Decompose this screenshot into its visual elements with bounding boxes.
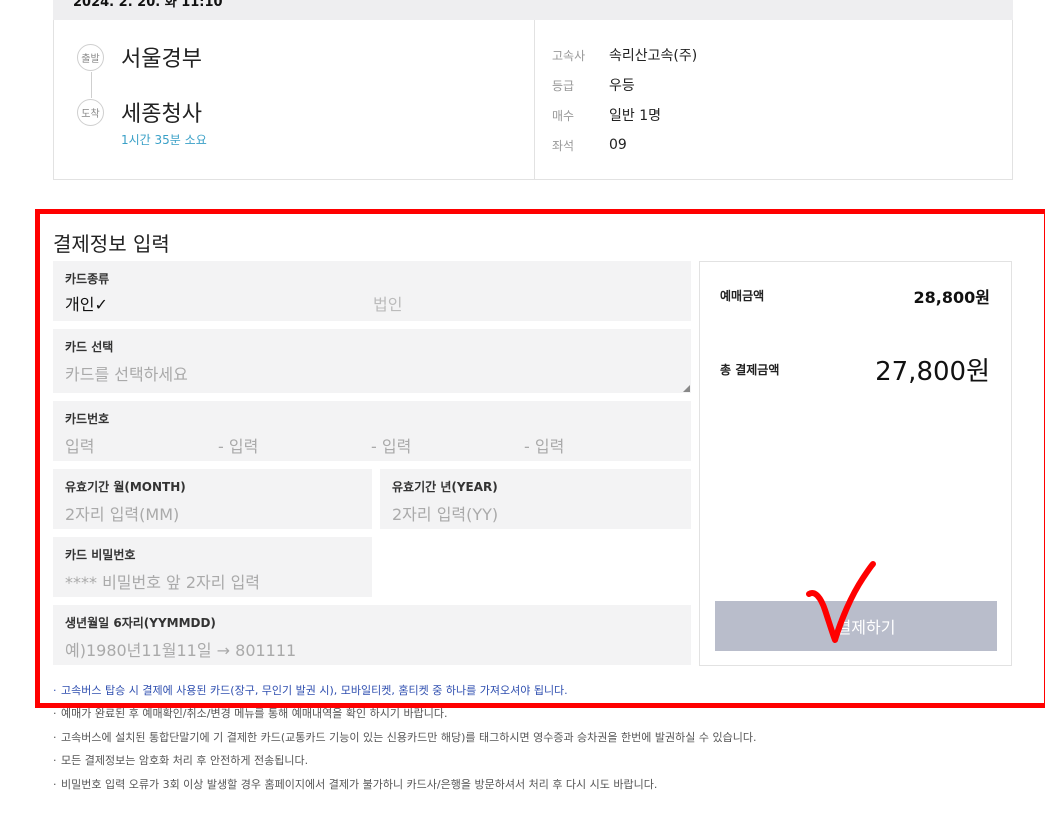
- notice-item: · 고속버스에 설치된 통합단말기에 기 결제한 카드(교통카드 기능이 있는 신…: [53, 730, 757, 744]
- card-password-field[interactable]: 카드 비밀번호 **** 비밀번호 앞 2자리 입력: [53, 537, 372, 597]
- notice-text: 비밀번호 입력 오류가 3회 이상 발생할 경우 홈페이지에서 결제가 불가하니…: [61, 777, 658, 791]
- info-row-grade: 등급 우등: [552, 75, 635, 95]
- card-password-label: 카드 비밀번호: [65, 548, 136, 562]
- birth-date-label: 생년월일 6자리(YYMMDD): [65, 616, 216, 630]
- notice-list: · 고속버스 탑승 시 결제에 사용된 카드(장구, 무인기 발권 시), 모바일…: [53, 683, 1013, 800]
- card-type-field: 카드종류 개인✓ 법인: [53, 261, 691, 321]
- card-type-corporate-option[interactable]: 법인: [373, 291, 402, 315]
- birth-date-field[interactable]: 생년월일 6자리(YYMMDD) 예)1980년11월11일 → 801111: [53, 605, 691, 665]
- payment-section-title: 결제정보 입력: [53, 232, 170, 256]
- booking-amount-value: 28,800원: [913, 288, 990, 307]
- expiry-month-field[interactable]: 유효기간 월(MONTH) 2자리 입력(MM): [53, 469, 372, 529]
- card-number-input-3[interactable]: - 입력: [371, 433, 524, 457]
- booking-amount-label: 예매금액: [720, 289, 765, 303]
- info-key: 매수: [552, 108, 575, 123]
- total-amount-label: 총 결제금액: [720, 363, 780, 377]
- resize-grip-icon: [683, 385, 690, 392]
- info-key: 고속사: [552, 48, 586, 63]
- card-number-field: 카드번호 입력 - 입력 - 입력 - 입력: [53, 401, 691, 461]
- notice-text: 고속버스 탑승 시 결제에 사용된 카드(장구, 무인기 발권 시), 모바일티…: [61, 684, 568, 697]
- expiry-month-placeholder: 2자리 입력(MM): [65, 505, 180, 524]
- info-value: 우등: [609, 78, 635, 94]
- card-type-personal-option[interactable]: 개인✓: [65, 291, 373, 315]
- pay-button-label: 결제하기: [836, 620, 896, 637]
- card-password-placeholder: **** 비밀번호 앞 2자리 입력: [65, 573, 261, 592]
- ticket-date-time: 2024. 2. 20. 화 11:10: [73, 0, 223, 10]
- info-value: 속리산고속(주): [609, 48, 698, 64]
- notice-item: · 예매가 완료된 후 예매확인/취소/변경 메뉴를 통해 예매내역을 확인 하시…: [53, 707, 448, 721]
- expiry-year-field[interactable]: 유효기간 년(YEAR) 2자리 입력(YY): [380, 469, 691, 529]
- payment-summary-panel: 예매금액 28,800원 총 결제금액 27,800원 결제하기: [699, 261, 1012, 666]
- card-number-input-1[interactable]: 입력: [65, 433, 218, 457]
- info-row-seat: 좌석 09: [552, 135, 627, 155]
- notice-item: · 모든 결제정보는 암호화 처리 후 안전하게 전송됩니다.: [53, 754, 309, 768]
- info-key: 등급: [552, 78, 575, 93]
- route-connector-line: [91, 72, 92, 98]
- expiry-year-label: 유효기간 년(YEAR): [392, 480, 498, 494]
- card-number-input-2[interactable]: - 입력: [218, 433, 371, 457]
- notice-text: 고속버스에 설치된 통합단말기에 기 결제한 카드(교통카드 기능이 있는 신용…: [61, 730, 757, 744]
- card-number-input-4[interactable]: - 입력: [524, 433, 677, 457]
- departure-badge: 출발: [77, 44, 104, 71]
- notice-text: 예매가 완료된 후 예매확인/취소/변경 메뉴를 통해 예매내역을 확인 하시기…: [61, 707, 448, 721]
- total-amount-value: 27,800원: [875, 357, 990, 387]
- notice-text: 모든 결제정보는 암호화 처리 후 안전하게 전송됩니다.: [61, 754, 309, 768]
- expiry-year-placeholder: 2자리 입력(YY): [392, 505, 499, 524]
- arrival-terminal: 세종청사: [121, 102, 202, 127]
- info-key: 좌석: [552, 138, 575, 153]
- card-number-label: 카드번호: [65, 412, 110, 426]
- departure-terminal: 서울경부: [121, 47, 202, 72]
- info-row-count: 매수 일반 1명: [552, 105, 661, 125]
- info-value: 일반 1명: [609, 108, 661, 124]
- ticket-date-bar: 2024. 2. 20. 화 11:10: [53, 0, 1013, 20]
- trip-card-divider: [534, 20, 535, 179]
- arrival-badge: 도착: [77, 99, 104, 126]
- info-row-company: 고속사 속리산고속(주): [552, 45, 697, 65]
- birth-date-placeholder: 예)1980년11월11일 → 801111: [65, 641, 297, 660]
- card-select-field[interactable]: 카드 선택 카드를 선택하세요: [53, 329, 691, 393]
- trip-duration: 1시간 35분 소요: [121, 133, 207, 147]
- card-type-label: 카드종류: [65, 272, 110, 286]
- card-select-label: 카드 선택: [65, 340, 114, 354]
- notice-item: · 고속버스 탑승 시 결제에 사용된 카드(장구, 무인기 발권 시), 모바일…: [53, 684, 568, 697]
- expiry-month-label: 유효기간 월(MONTH): [65, 480, 186, 494]
- info-value: 09: [609, 137, 627, 153]
- card-select-placeholder: 카드를 선택하세요: [65, 365, 188, 384]
- notice-item: · 비밀번호 입력 오류가 3회 이상 발생할 경우 홈페이지에서 결제가 불가하…: [53, 777, 658, 791]
- trip-info-card: 출발 서울경부 도착 세종청사 1시간 35분 소요 고속사 속리산고속(주) …: [53, 20, 1013, 180]
- pay-button[interactable]: 결제하기: [715, 601, 997, 651]
